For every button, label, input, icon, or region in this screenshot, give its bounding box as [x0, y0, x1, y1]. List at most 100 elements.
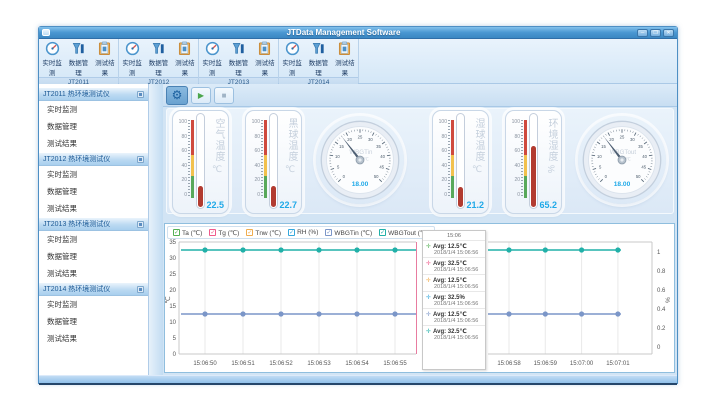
sidebar-item-results[interactable]: 测试结果: [39, 200, 148, 217]
svg-text:15: 15: [169, 304, 176, 310]
svg-text:35: 35: [169, 240, 176, 246]
svg-text:15:06:52: 15:06:52: [269, 361, 293, 367]
ribbon-button-label: 数据管理: [226, 57, 251, 77]
svg-text:10: 10: [335, 154, 340, 159]
svg-text:0: 0: [173, 352, 177, 358]
svg-text:15:06:59: 15:06:59: [534, 361, 558, 367]
checkbox-icon: ✓: [209, 229, 216, 236]
ribbon-button-results[interactable]: 测试结果: [172, 41, 197, 77]
legend-checkbox-tg[interactable]: ✓Tg (℃): [209, 229, 239, 237]
clipboard-icon: [177, 41, 192, 56]
sidebar-panel-header-jt2011[interactable]: JT2011 热环境测试仪: [39, 87, 148, 101]
ribbon-button-datamgmt[interactable]: 数据管理: [146, 41, 171, 77]
sidebar-panel-header-jt2012[interactable]: JT2012 热环境测试仪: [39, 152, 148, 166]
svg-text:30: 30: [630, 137, 635, 142]
thermo-color-strip: [524, 120, 527, 198]
panel-collapse-icon[interactable]: [137, 286, 144, 293]
titlebar[interactable]: JTData Management Software ─ ❐ ✕: [39, 27, 677, 39]
chart-panel: 3530252015105015:06:5015:06:5115:06:5215…: [164, 223, 675, 373]
ribbon-button-results[interactable]: 测试结果: [92, 41, 117, 77]
svg-text:15: 15: [601, 144, 606, 149]
thermo-value: 22.7: [279, 200, 297, 210]
svg-text:15:06:55: 15:06:55: [383, 361, 407, 367]
legend-checkbox-rh[interactable]: ✓RH (%): [288, 229, 318, 236]
tooltip-timestamp: 2018/1/4 15:06:56: [426, 250, 482, 256]
tooltip-entry: ✛Avg: 12.5℃2018/1/4 15:06:56: [423, 308, 485, 325]
svg-text:15:07:00: 15:07:00: [570, 361, 594, 367]
sidebar-item-datamgmt[interactable]: 数据管理: [39, 248, 148, 265]
ribbon-button-label: 测试结果: [332, 57, 357, 77]
ribbon-button-label: 数据管理: [306, 57, 331, 77]
sidebar-item-realtime[interactable]: 实时监测: [39, 101, 148, 118]
ribbon-button-realtime[interactable]: 实时监测: [40, 41, 65, 77]
panel-collapse-icon[interactable]: [137, 91, 144, 98]
sidebar-panel-header-jt2013[interactable]: JT2013 热环境测试仪: [39, 217, 148, 231]
panel-collapse-icon[interactable]: [137, 221, 144, 228]
ribbon-button-datamgmt[interactable]: 数据管理: [66, 41, 91, 77]
thermo-color-strip: [264, 120, 267, 198]
tooltip-avg-value: Avg: 12.5℃: [433, 311, 467, 318]
sidebar-item-datamgmt[interactable]: 数据管理: [39, 313, 148, 330]
panel-title: JT2012 热环境测试仪: [43, 154, 110, 164]
tooltip-avg-value: Avg: 32.5%: [433, 295, 465, 301]
sidebar-splitter[interactable]: [149, 84, 163, 375]
svg-text:10: 10: [169, 320, 176, 326]
legend-label: WBGTin (℃): [334, 229, 372, 237]
ribbon-button-datamgmt[interactable]: 数据管理: [306, 41, 331, 77]
tooltip-timestamp: 2018/1/4 15:06:56: [426, 318, 482, 324]
play-button[interactable]: ▶: [191, 87, 211, 104]
sidebar-item-results[interactable]: 测试结果: [39, 265, 148, 282]
sidebar: JT2011 热环境测试仪 实时监测 数据管理 测试结果 JT2012 热环境测…: [39, 84, 149, 375]
thermo-tube: [456, 113, 465, 209]
sidebar-item-datamgmt[interactable]: 数据管理: [39, 183, 148, 200]
ribbon-button-results[interactable]: 测试结果: [252, 41, 277, 77]
checkbox-icon: ✓: [246, 229, 253, 236]
sidebar-item-realtime[interactable]: 实时监测: [39, 296, 148, 313]
legend-checkbox-tnw[interactable]: ✓Tnw (℃): [246, 229, 281, 237]
settings-button[interactable]: ⚙: [166, 86, 188, 105]
sidebar-item-realtime[interactable]: 实时监测: [39, 231, 148, 248]
data-funnel-icon: [311, 41, 326, 56]
thermometer-air-temperature: 100806040200 空气温度℃ 22.5: [172, 110, 229, 214]
svg-text:40: 40: [642, 154, 647, 159]
ribbon-button-label: 实时监测: [200, 57, 225, 77]
svg-text:0: 0: [657, 345, 661, 351]
svg-text:15:06:51: 15:06:51: [231, 361, 255, 367]
tooltip-timestamp: 2018/1/4 15:06:56: [426, 284, 482, 290]
stop-button[interactable]: ■: [214, 87, 234, 104]
dial-wbgtout: 05101520253035404550WBGTout℃18.00: [578, 116, 666, 204]
restore-button[interactable]: ❐: [650, 29, 661, 37]
sidebar-item-datamgmt[interactable]: 数据管理: [39, 118, 148, 135]
ribbon-button-datamgmt[interactable]: 数据管理: [226, 41, 251, 77]
close-button[interactable]: ✕: [663, 29, 674, 37]
svg-text:15:06:58: 15:06:58: [497, 361, 521, 367]
svg-text:40: 40: [380, 154, 385, 159]
ribbon-button-realtime[interactable]: 实时监测: [120, 41, 145, 77]
svg-text:18.00: 18.00: [614, 181, 631, 188]
chart-tooltip: 15:06 ✛Avg: 12.5℃2018/1/4 15:06:56 ✛Avg:…: [422, 230, 486, 370]
gauge-icon: [45, 41, 60, 56]
ribbon-button-label: 实时监测: [40, 57, 65, 77]
legend-checkbox-wbgtin[interactable]: ✓WBGTin (℃): [325, 229, 372, 237]
svg-text:45: 45: [379, 165, 384, 170]
thermo-label: 黑球温度℃: [286, 118, 296, 176]
ribbon-button-realtime[interactable]: 实时监测: [200, 41, 225, 77]
svg-text:1: 1: [657, 250, 661, 256]
sidebar-item-results[interactable]: 测试结果: [39, 330, 148, 347]
panel-collapse-icon[interactable]: [137, 156, 144, 163]
ribbon: 实时监测 数据管理 测试结果 JT2011 实时监测 数据管理 测试结果 JT2…: [39, 39, 677, 84]
series-marker-icon: ✛: [426, 328, 431, 335]
tooltip-entry: ✛Avg: 12.5℃2018/1/4 15:06:56: [423, 274, 485, 291]
thermo-scale: 100806040200: [435, 119, 447, 198]
series-marker-icon: ✛: [426, 311, 431, 318]
ribbon-button-realtime[interactable]: 实时监测: [280, 41, 305, 77]
sidebar-item-realtime[interactable]: 实时监测: [39, 166, 148, 183]
thermo-tickmarks: [188, 120, 190, 198]
ribbon-button-results[interactable]: 测试结果: [332, 41, 357, 77]
minimize-button[interactable]: ─: [637, 29, 648, 37]
legend-checkbox-ta[interactable]: ✓Ta (℃): [173, 229, 202, 237]
sidebar-item-results[interactable]: 测试结果: [39, 135, 148, 152]
panel-title: JT2011 热环境测试仪: [43, 89, 110, 99]
sidebar-panel-header-jt2014[interactable]: JT2014 热环境测试仪: [39, 282, 148, 296]
svg-text:10: 10: [597, 154, 602, 159]
